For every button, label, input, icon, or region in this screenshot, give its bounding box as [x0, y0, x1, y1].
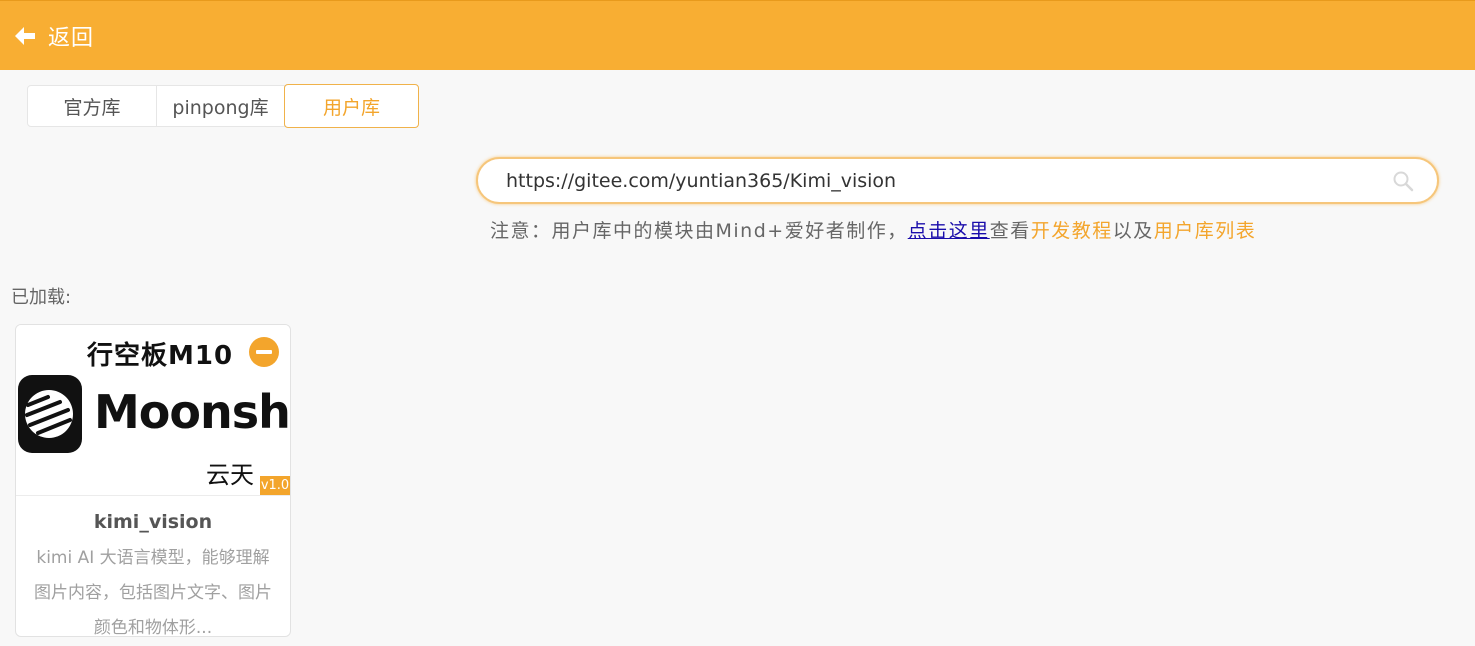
- header-bar: 返回: [0, 0, 1475, 70]
- search-icon[interactable]: [1391, 169, 1415, 193]
- moonshot-logo-icon: [18, 375, 82, 453]
- notice-and: 以及: [1112, 220, 1154, 242]
- extension-name: kimi_vision: [93, 511, 213, 533]
- dev-tutorial-link[interactable]: 开发教程: [1031, 220, 1113, 242]
- notice-text: 注意：用户库中的模块由Mind+爱好者制作，点击这里查看开发教程以及用户库列表: [490, 216, 1256, 243]
- tab-official-library[interactable]: 官方库: [27, 85, 157, 127]
- loaded-label: 已加载:: [11, 287, 72, 308]
- back-button[interactable]: 返回: [14, 20, 94, 52]
- extension-cover: 行空板M10 Moonshot 云天 v1.0: [16, 325, 290, 496]
- search-box: [476, 157, 1439, 204]
- tab-user-library[interactable]: 用户库: [284, 84, 419, 128]
- extension-card[interactable]: 行空板M10 Moonshot 云天 v1.0 kimi_vision kimi…: [15, 324, 291, 637]
- notice-middle: 查看: [989, 220, 1031, 242]
- cover-title: 行空板M10: [87, 341, 234, 371]
- library-tabs: 官方库 pinpong库 用户库: [27, 84, 419, 128]
- remove-icon[interactable]: [248, 336, 280, 368]
- notice-prefix: 注意：用户库中的模块由Mind+爱好者制作，: [490, 220, 908, 242]
- cover-brand: Moonshot: [94, 385, 290, 439]
- version-badge: v1.0: [260, 476, 290, 495]
- arrow-left-icon: [15, 26, 35, 45]
- extension-description: kimi AI 大语言模型，能够理解图片内容，包括图片文字、图片颜色和物体形..…: [34, 548, 272, 637]
- user-library-list-link[interactable]: 用户库列表: [1154, 220, 1257, 242]
- tab-pinpong-library[interactable]: pinpong库: [157, 85, 285, 127]
- cover-author: 云天: [206, 461, 254, 489]
- search-input[interactable]: [504, 159, 1391, 202]
- back-label: 返回: [48, 25, 95, 51]
- click-here-link[interactable]: 点击这里: [908, 220, 990, 242]
